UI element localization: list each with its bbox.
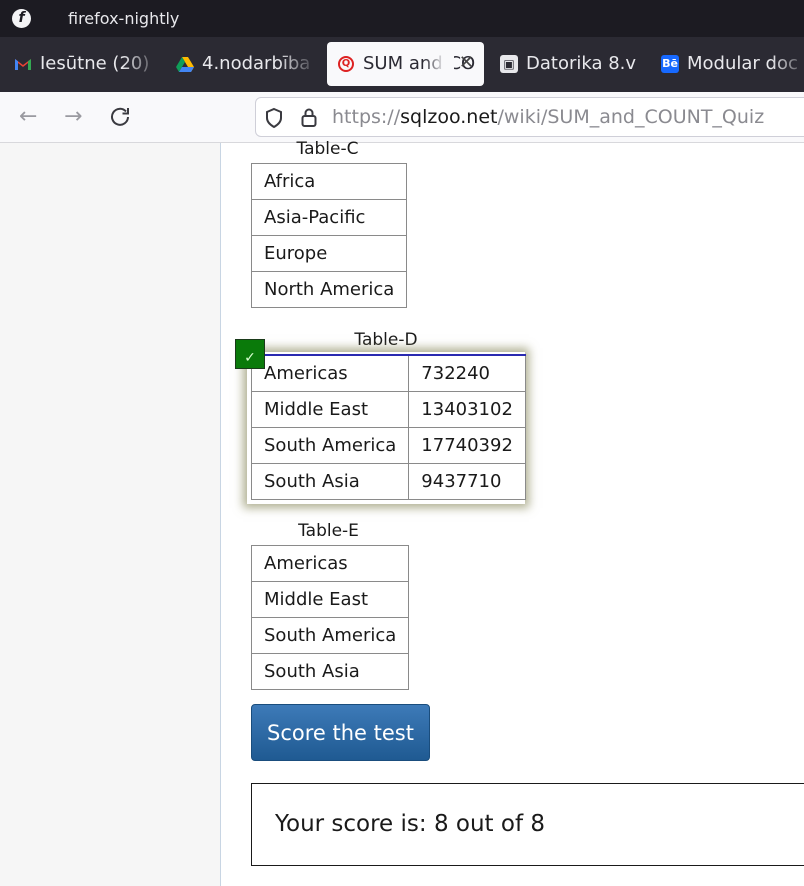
back-arrow-icon[interactable]: ← bbox=[19, 105, 37, 129]
navigation-bar: ← → https://sqlzoo.net/wiki/SUM_and_COUN… bbox=[0, 92, 804, 143]
tab-fade bbox=[771, 42, 804, 86]
table-row: Middle East 13403102 bbox=[250, 390, 526, 428]
window-titlebar: f firefox-nightly bbox=[0, 0, 804, 37]
table-e-caption: Table-E bbox=[298, 521, 359, 541]
tab-fade bbox=[278, 42, 318, 86]
lock-icon[interactable] bbox=[300, 107, 318, 129]
table-cell: 17740392 bbox=[408, 426, 526, 464]
table-row: Americas bbox=[250, 545, 410, 582]
url-prefix: https:// bbox=[332, 106, 401, 128]
table-row: Europe bbox=[250, 235, 408, 272]
table-cell: Asia-Pacific bbox=[250, 199, 408, 236]
table-cell: South Asia bbox=[250, 653, 410, 690]
table-cell: North America bbox=[250, 271, 408, 308]
table-row: South America 17740392 bbox=[250, 426, 526, 464]
table-cell: 13403102 bbox=[408, 390, 526, 428]
tab-drive[interactable]: 4.nodarbība bbox=[168, 42, 318, 86]
classroom-icon: ▣ bbox=[500, 55, 518, 73]
app-name: firefox-nightly bbox=[68, 9, 180, 28]
table-c[interactable]: Africa Asia-Pacific Europe North America bbox=[250, 163, 408, 308]
google-drive-icon bbox=[176, 55, 194, 73]
tab-sqlzoo-active[interactable]: Q SUM and CO ✕ bbox=[327, 42, 484, 86]
table-row: Asia-Pacific bbox=[250, 199, 408, 236]
table-cell: 9437710 bbox=[408, 462, 526, 500]
table-row: North America bbox=[250, 271, 408, 308]
table-cell: South Asia bbox=[250, 462, 410, 500]
table-cell: Africa bbox=[250, 163, 408, 200]
correct-check-icon: ✓ bbox=[235, 339, 265, 369]
reload-icon[interactable] bbox=[109, 105, 131, 134]
table-cell: Americas bbox=[250, 545, 410, 582]
sqlzoo-icon: Q bbox=[338, 56, 354, 72]
table-cell: Middle East bbox=[250, 390, 410, 428]
score-result-box: Your score is: 8 out of 8 bbox=[251, 783, 804, 866]
table-row: South Asia bbox=[250, 653, 410, 690]
wiki-sidebar bbox=[0, 143, 221, 886]
tab-fade bbox=[424, 42, 454, 86]
tab-label: Datorika 8.v bbox=[526, 53, 637, 74]
tab-behance[interactable]: Bē Modular doc bbox=[651, 42, 804, 86]
tab-datorika[interactable]: ▣ Datorika 8.v bbox=[490, 42, 645, 86]
shield-icon[interactable] bbox=[264, 107, 284, 129]
table-row: Africa bbox=[250, 163, 408, 200]
table-row: South Asia 9437710 bbox=[250, 462, 526, 500]
tab-strip: Iesūtne (20) 4.nodarbība Q SUM and CO ✕ … bbox=[0, 37, 804, 92]
table-cell: Europe bbox=[250, 235, 408, 272]
table-cell: South America bbox=[250, 617, 410, 654]
table-row: Middle East bbox=[250, 581, 410, 618]
tab-gmail[interactable]: Iesūtne (20) bbox=[6, 42, 162, 86]
table-cell: South America bbox=[250, 426, 410, 464]
table-cell: Middle East bbox=[250, 581, 410, 618]
table-e[interactable]: Americas Middle East South America South… bbox=[250, 545, 410, 690]
tab-fade bbox=[122, 42, 162, 86]
table-d-caption: Table-D bbox=[354, 330, 418, 350]
score-test-button[interactable]: Score the test bbox=[251, 704, 430, 761]
table-row: Americas 732240 bbox=[250, 354, 526, 392]
table-cell: 732240 bbox=[408, 354, 526, 392]
table-cell: Americas bbox=[250, 354, 410, 392]
url-bar[interactable]: https://sqlzoo.net/wiki/SUM_and_COUNT_Qu… bbox=[255, 97, 804, 137]
behance-icon: Bē bbox=[661, 55, 679, 73]
firefox-nightly-icon: f bbox=[12, 9, 31, 28]
score-result-text: Your score is: 8 out of 8 bbox=[275, 811, 545, 837]
url-host: sqlzoo.net bbox=[400, 106, 498, 128]
table-d[interactable]: Americas 732240 Middle East 13403102 South… bbox=[250, 354, 526, 500]
close-tab-icon[interactable]: ✕ bbox=[459, 52, 474, 73]
gmail-icon bbox=[14, 55, 32, 73]
table-c-caption: Table-C bbox=[296, 139, 359, 159]
url-text[interactable]: https://sqlzoo.net/wiki/SUM_and_COUNT_Qu… bbox=[332, 106, 764, 128]
url-path: /wiki/SUM_and_COUNT_Quiz bbox=[497, 106, 765, 128]
table-row: South America bbox=[250, 617, 410, 654]
forward-arrow-icon[interactable]: → bbox=[64, 105, 82, 129]
